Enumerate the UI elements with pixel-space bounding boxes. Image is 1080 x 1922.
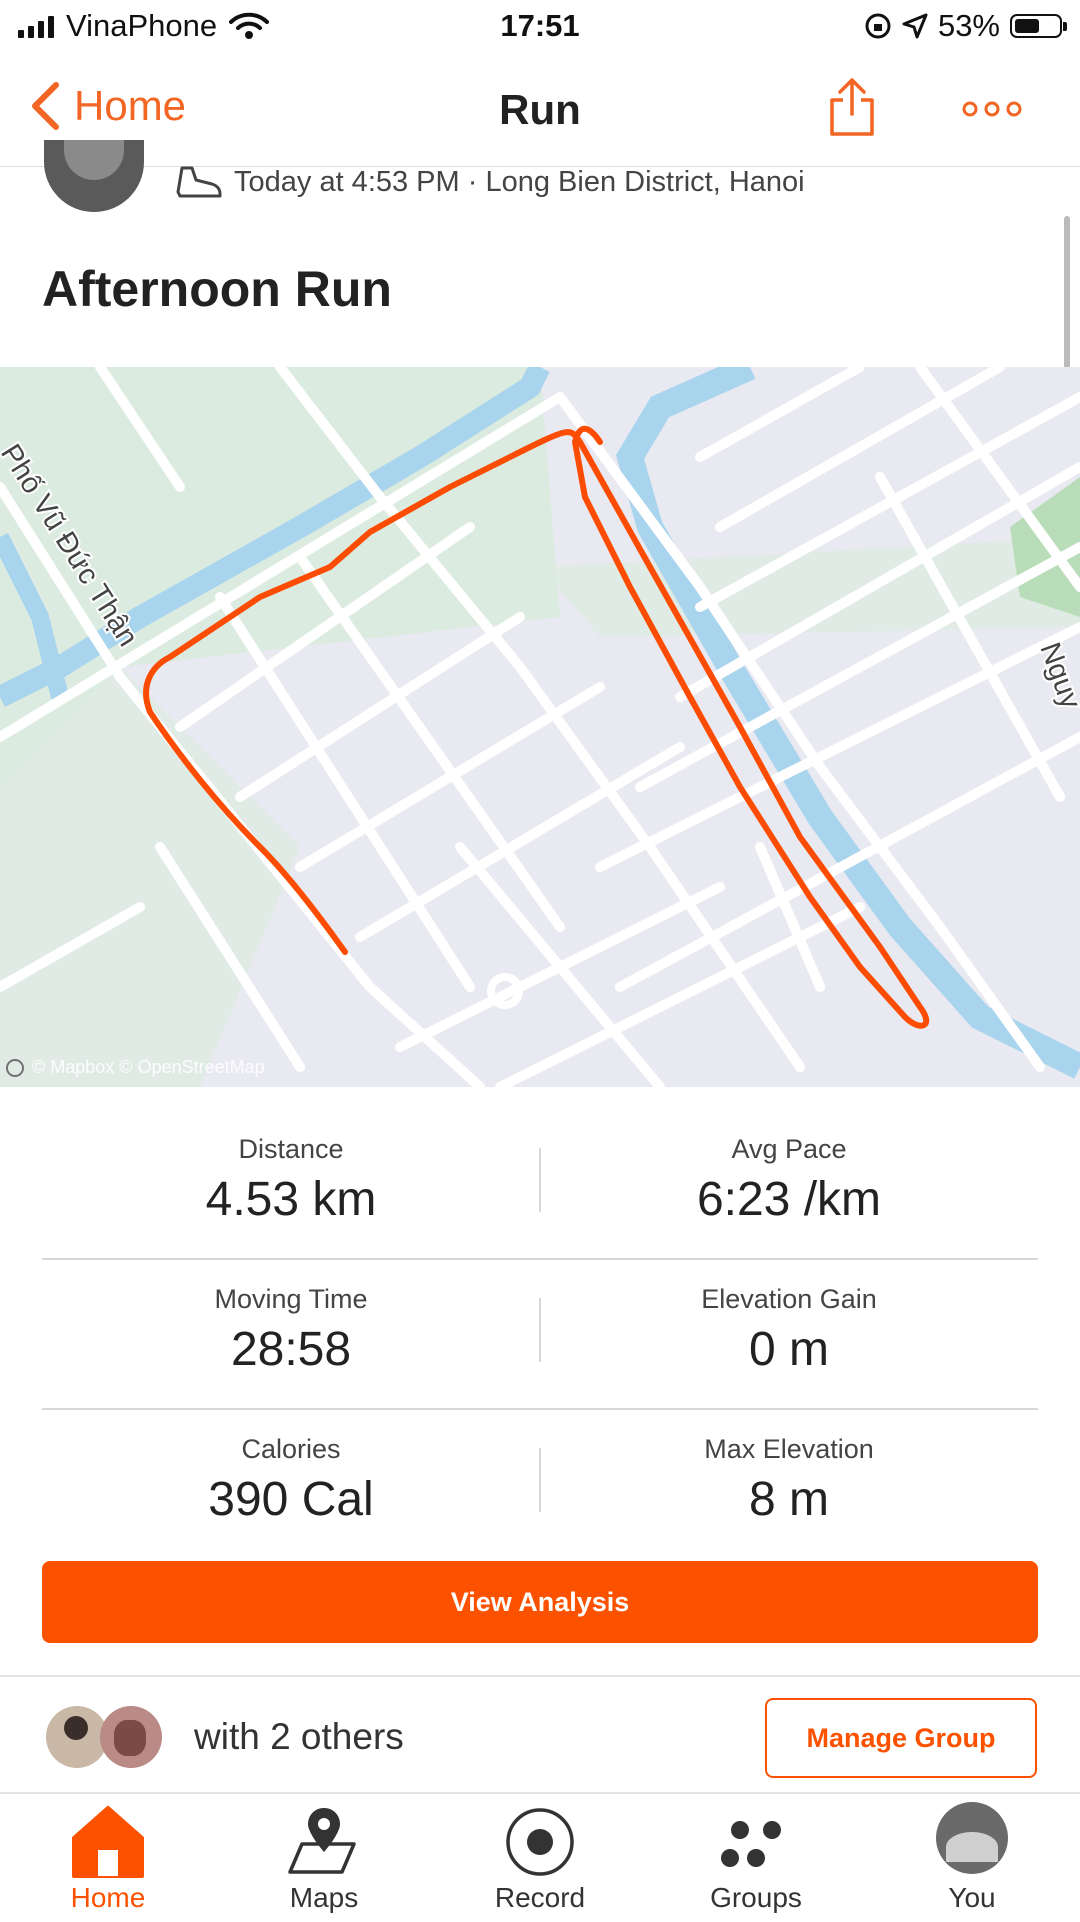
shoe-icon (176, 166, 222, 198)
stats-grid: Distance 4.53 km Avg Pace 6:23 /km Movin… (42, 1110, 1038, 1558)
activity-title: Afternoon Run (42, 261, 392, 317)
map-attribution[interactable]: © Mapbox © OpenStreetMap (6, 1057, 265, 1078)
info-icon[interactable] (6, 1058, 24, 1077)
record-icon (506, 1808, 574, 1876)
athlete-avatar[interactable] (44, 140, 144, 212)
group-member-avatar[interactable] (100, 1706, 162, 1768)
activity-meta-text: Today at 4:53 PM · Long Bien District, H… (234, 165, 805, 198)
stat-label: Avg Pace (731, 1134, 847, 1164)
battery-percent: 53% (937, 8, 1000, 43)
stat-value: 0 m (748, 1323, 829, 1376)
tab-label: Record (494, 1882, 586, 1913)
battery-icon (1010, 14, 1067, 38)
group-summary[interactable]: with 2 others (194, 1716, 404, 1758)
section-divider (0, 1675, 1080, 1677)
groups-icon (721, 1821, 781, 1867)
tab-home[interactable]: Home (0, 1794, 216, 1922)
stat-value: 6:23 /km (696, 1173, 882, 1226)
activity-meta: Today at 4:53 PM · Long Bien District, H… (176, 164, 805, 200)
maps-icon (288, 1808, 356, 1874)
tab-label: You (948, 1882, 996, 1913)
street-label: Nguy (1033, 638, 1080, 713)
tab-label: Maps (289, 1882, 359, 1913)
manage-group-button[interactable]: Manage Group (765, 1698, 1037, 1778)
home-icon (72, 1806, 144, 1878)
stats-row: Moving Time 28:58 Elevation Gain 0 m (42, 1260, 1038, 1410)
tab-you[interactable]: You (864, 1794, 1080, 1922)
stats-row: Distance 4.53 km Avg Pace 6:23 /km (42, 1110, 1038, 1260)
share-icon[interactable] (828, 76, 876, 138)
status-bar: VinaPhone 17:51 53% (0, 0, 1080, 56)
stat-label: Max Elevation (704, 1434, 874, 1464)
tab-label: Groups (710, 1882, 802, 1913)
page-title: Run (499, 86, 581, 133)
stat-value: 4.53 km (205, 1173, 377, 1226)
stat-label: Moving Time (214, 1284, 368, 1314)
tab-bar: Home Maps Record Groups You (0, 1792, 1080, 1922)
location-icon (902, 13, 928, 39)
attribution-text: © Mapbox © OpenStreetMap (32, 1057, 265, 1077)
route-map[interactable]: Phố Vũ Đức Thận Nguy © Mapbox © OpenStre… (0, 367, 1080, 1087)
stats-row: Calories 390 Cal Max Elevation 8 m (42, 1410, 1038, 1558)
avatar (936, 1802, 1008, 1874)
tab-label: Home (70, 1882, 146, 1913)
rotation-lock-icon (865, 13, 891, 39)
tab-groups[interactable]: Groups (648, 1794, 864, 1922)
stat-label: Calories (241, 1434, 341, 1464)
group-member-avatar[interactable] (46, 1706, 108, 1768)
stat-label: Elevation Gain (701, 1284, 877, 1314)
tab-maps[interactable]: Maps (216, 1794, 432, 1922)
stat-value: 390 Cal (208, 1473, 374, 1526)
tab-record[interactable]: Record (432, 1794, 648, 1922)
stat-label: Distance (238, 1134, 344, 1164)
stat-value: 28:58 (230, 1323, 352, 1376)
status-right: 53% (864, 8, 1067, 44)
nav-bar: Home Run (0, 56, 1080, 167)
view-analysis-button[interactable]: View Analysis (42, 1561, 1038, 1643)
stat-value: 8 m (748, 1473, 829, 1526)
more-icon[interactable] (962, 100, 1022, 118)
map-canvas: Phố Vũ Đức Thận Nguy (0, 367, 1080, 1087)
